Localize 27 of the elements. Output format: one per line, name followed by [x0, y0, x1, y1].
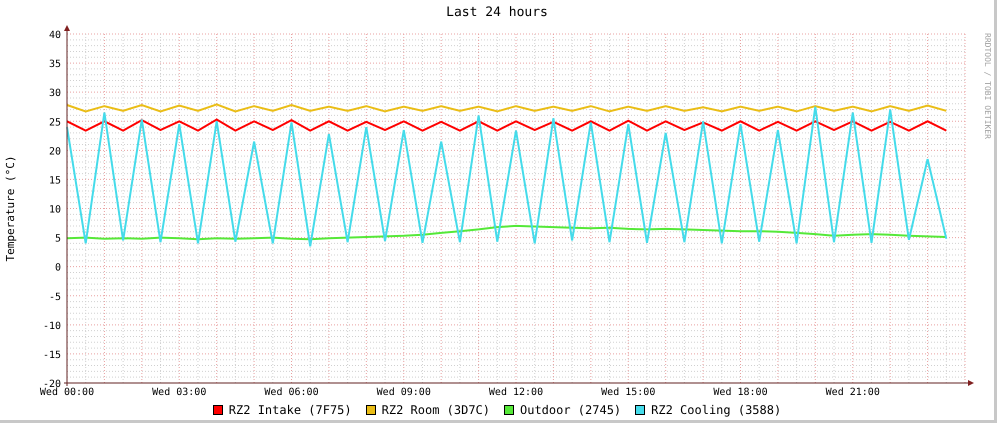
legend-label: RZ2 Intake (7F75) — [228, 402, 352, 419]
y-tick-label: 25 — [48, 117, 61, 128]
y-tick-label: 30 — [48, 88, 61, 100]
y-tick-label: 5 — [54, 234, 61, 245]
x-tick-label: Wed 00:00 — [40, 387, 94, 398]
chart-title: Last 24 hours — [446, 4, 548, 22]
x-tick-label: Wed 06:00 — [264, 387, 319, 398]
y-tick-label: -15 — [42, 350, 61, 361]
x-tick-label: Wed 03:00 — [152, 387, 206, 398]
y-tick-label: -10 — [42, 320, 61, 332]
y-tick-label: 15 — [48, 175, 61, 186]
y-tick-label: 35 — [48, 59, 61, 70]
y-tick-label: 0 — [54, 262, 61, 274]
y-axis-label: Temperature (°C) — [4, 156, 17, 262]
y-tick-label: -5 — [48, 292, 61, 303]
y-tick-label: 40 — [48, 30, 61, 41]
legend-label: RZ2 Cooling (3588) — [651, 402, 782, 419]
x-tick-label: Wed 09:00 — [376, 387, 431, 398]
x-tick-label: Wed 15:00 — [601, 387, 656, 398]
watermark-text: RRDTOOL / TOBI OETIKER — [983, 33, 992, 139]
legend-label: Outdoor (2745) — [520, 402, 622, 419]
x-tick-label: Wed 12:00 — [488, 387, 544, 398]
y-tick-label: 10 — [48, 204, 61, 216]
legend-label: RZ2 Room (3D7C) — [382, 402, 490, 419]
x-tick-label: Wed 21:00 — [826, 387, 880, 398]
y-tick-label: 20 — [48, 146, 61, 158]
x-tick-label: Wed 18:00 — [713, 387, 768, 398]
